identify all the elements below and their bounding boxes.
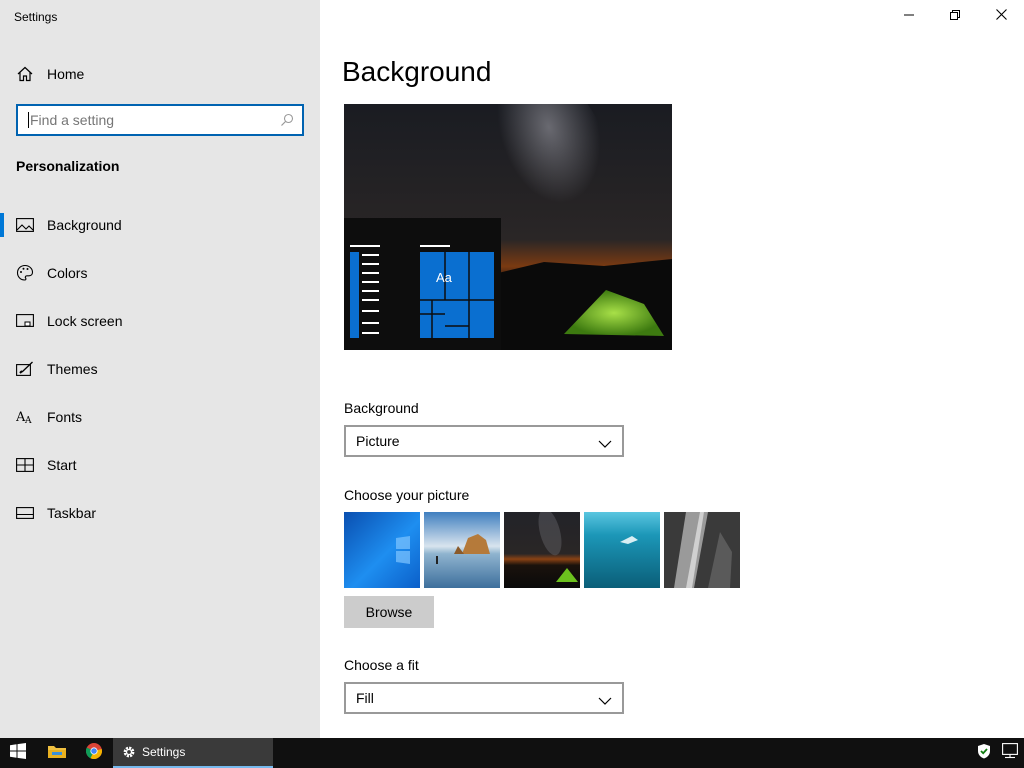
taskbar-app-label: Settings — [142, 745, 186, 759]
minimize-button[interactable] — [886, 0, 932, 32]
sidebar-item-start[interactable]: Start — [0, 441, 320, 489]
sidebar-item-themes[interactable]: Themes — [0, 345, 320, 393]
system-tray — [976, 738, 1020, 768]
background-label: Background — [344, 400, 419, 416]
search-input[interactable]: Find a setting — [16, 104, 304, 136]
home-nav-item[interactable]: Home — [0, 58, 320, 90]
sidebar-item-taskbar[interactable]: Taskbar — [0, 489, 320, 537]
file-explorer-button[interactable] — [38, 738, 76, 768]
svg-text:A: A — [24, 416, 32, 425]
home-icon — [16, 65, 34, 83]
picture-thumb-beach[interactable] — [424, 512, 500, 588]
page-title: Background — [342, 56, 492, 87]
sidebar-item-label: Colors — [47, 265, 88, 281]
background-dropdown[interactable]: Picture — [344, 425, 624, 457]
background-dropdown-value: Picture — [356, 433, 400, 449]
close-icon — [995, 7, 1007, 25]
preview-tiles — [420, 245, 494, 338]
background-preview: Aa — [344, 104, 672, 350]
picture-thumb-rock-cliff[interactable] — [664, 512, 740, 588]
search-icon[interactable] — [280, 113, 294, 127]
app-title: Settings — [14, 10, 58, 24]
taskbar-settings-app[interactable]: Settings — [113, 738, 273, 768]
picture-thumbnails — [344, 512, 740, 588]
fit-dropdown[interactable]: Fill — [344, 682, 624, 714]
sidebar-item-label: Background — [47, 217, 122, 233]
sidebar-item-label: Lock screen — [47, 313, 123, 329]
home-label: Home — [47, 66, 85, 82]
sidebar-item-lock-screen[interactable]: Lock screen — [0, 297, 320, 345]
fit-dropdown-value: Fill — [356, 690, 374, 706]
sidebar-nav: Background Colors Lock screen Themes AA … — [0, 201, 320, 537]
chrome-icon — [85, 742, 102, 764]
palette-icon — [16, 264, 34, 282]
restore-button[interactable] — [932, 0, 978, 32]
security-shield-icon[interactable] — [976, 743, 992, 764]
folder-icon — [48, 744, 66, 763]
sidebar: Settings Home Find a setting Personaliza… — [0, 0, 320, 738]
picture-thumb-night-sky[interactable] — [504, 512, 580, 588]
choose-fit-label: Choose a fit — [344, 657, 419, 673]
taskbar-icon — [16, 504, 34, 522]
sidebar-item-label: Taskbar — [47, 505, 97, 521]
picture-thumb-windows[interactable] — [344, 512, 420, 588]
preview-tile-label: Aa — [436, 270, 452, 285]
picture-icon — [16, 216, 34, 234]
window-controls — [886, 0, 1024, 32]
sidebar-item-background[interactable]: Background — [0, 201, 320, 249]
restore-icon — [950, 7, 960, 25]
section-title: Personalization — [16, 158, 120, 174]
lock-screen-icon — [16, 312, 34, 330]
sidebar-item-fonts[interactable]: AA Fonts — [0, 393, 320, 441]
windows-logo-icon — [10, 742, 26, 764]
picture-thumb-underwater[interactable] — [584, 512, 660, 588]
sidebar-item-colors[interactable]: Colors — [0, 249, 320, 297]
search-placeholder: Find a setting — [28, 112, 280, 128]
notifications-icon[interactable] — [1002, 742, 1020, 764]
themes-icon — [16, 360, 34, 378]
fonts-icon: AA — [16, 408, 34, 426]
choose-picture-label: Choose your picture — [344, 487, 470, 503]
close-button[interactable] — [978, 0, 1024, 32]
start-button[interactable] — [0, 738, 36, 768]
sidebar-item-label: Fonts — [47, 409, 83, 425]
chrome-button[interactable] — [75, 738, 113, 768]
sidebar-item-label: Themes — [47, 361, 98, 377]
chevron-down-icon — [598, 693, 612, 705]
start-icon — [16, 456, 34, 474]
gear-icon — [122, 745, 136, 759]
sidebar-item-label: Start — [47, 457, 77, 473]
taskbar: Settings — [0, 738, 1024, 768]
browse-button[interactable]: Browse — [344, 596, 434, 628]
chevron-down-icon — [598, 436, 612, 448]
minimize-icon — [904, 7, 914, 25]
